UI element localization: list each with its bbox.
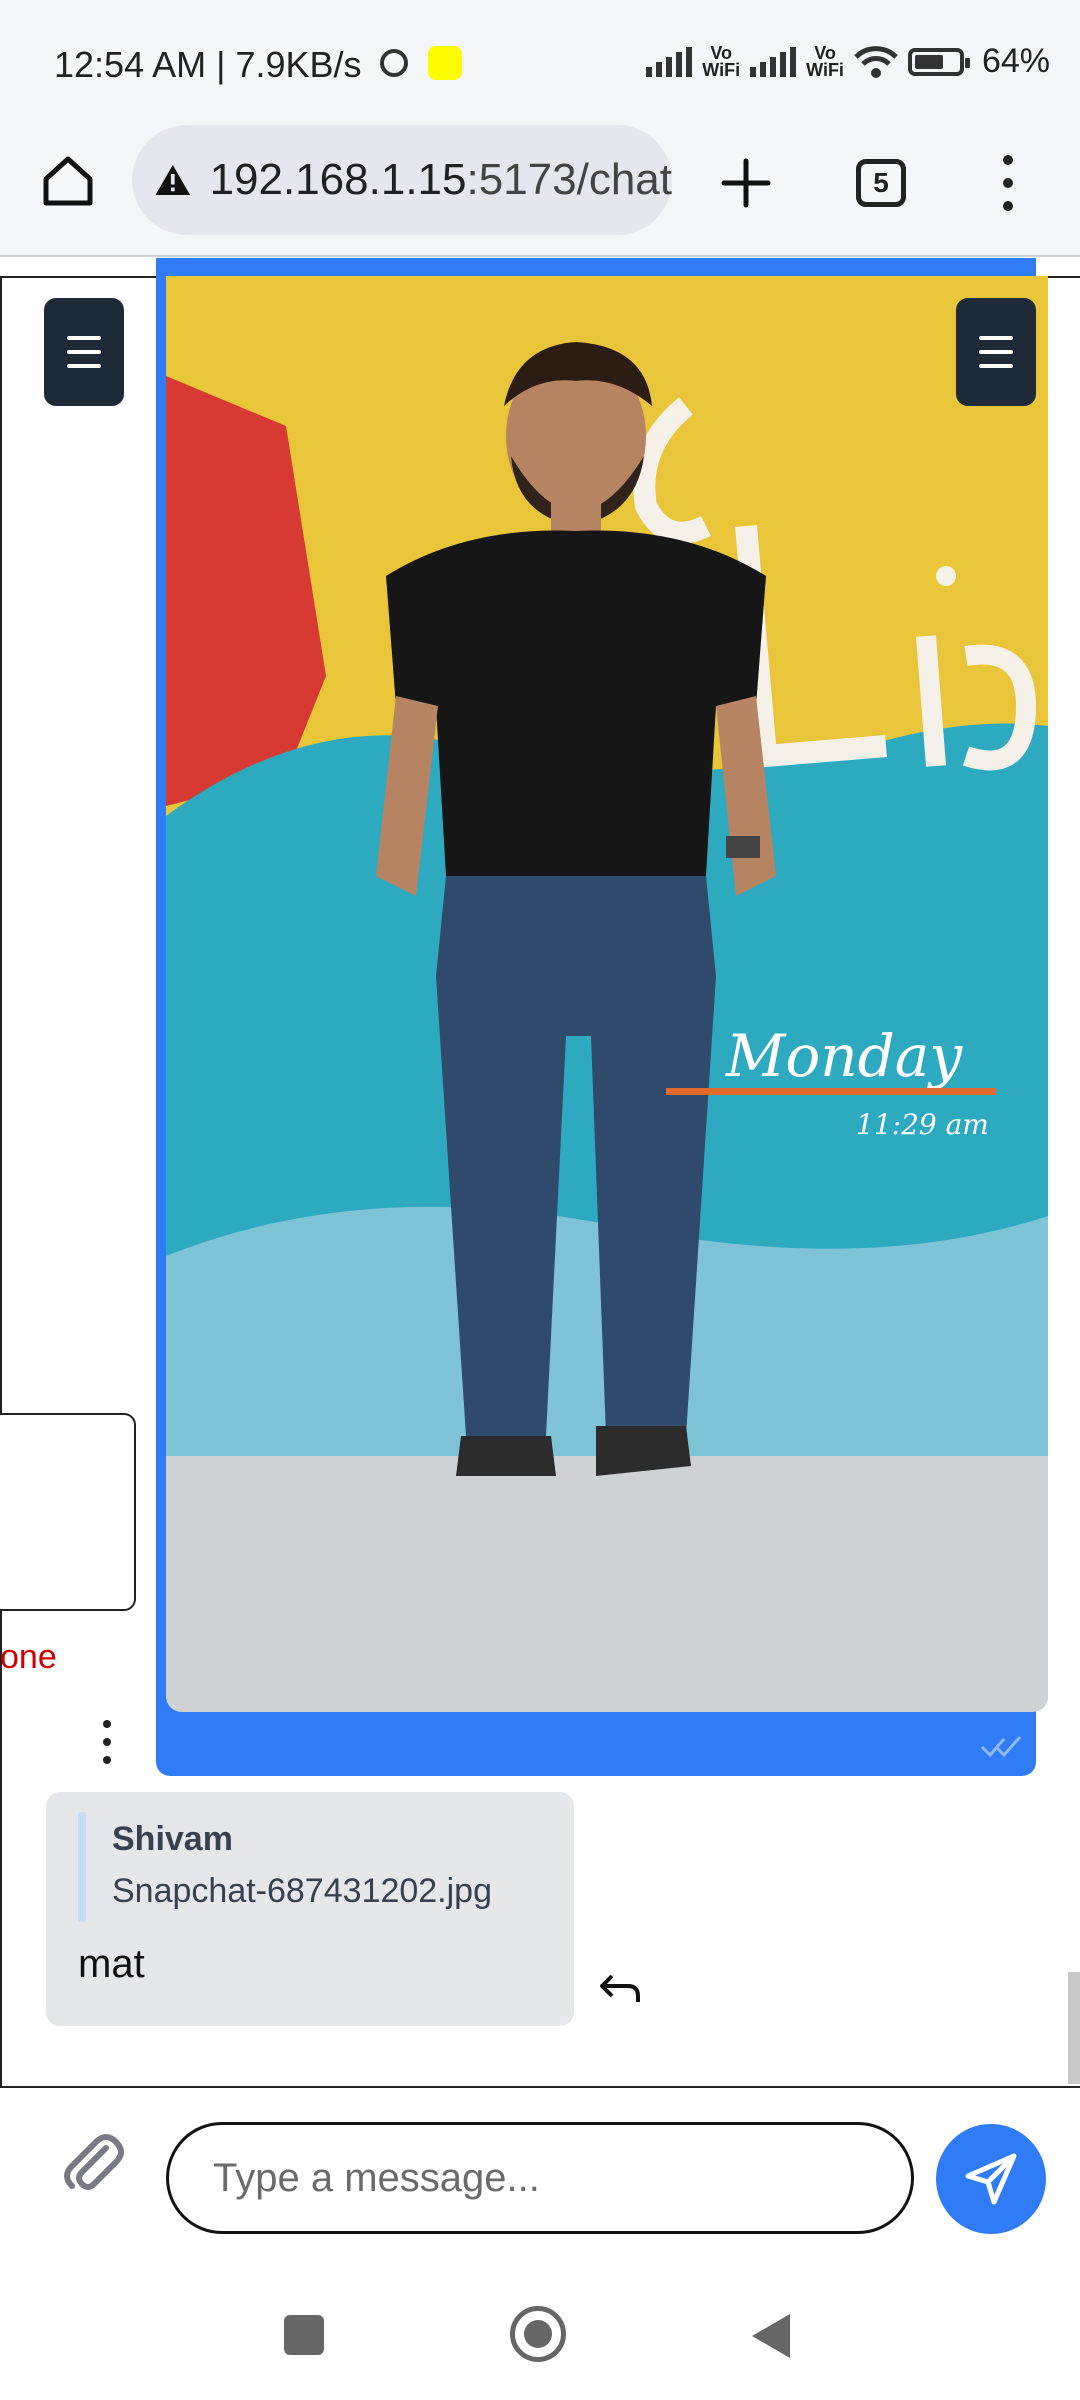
vowifi-label-2: Vo WiFi — [806, 42, 844, 80]
warning-icon[interactable] — [154, 158, 192, 202]
quote-bar — [78, 1812, 86, 1922]
status-left: 12:54 AM | 7.9KB/s — [54, 44, 462, 86]
signal-icon-2 — [750, 46, 797, 77]
photo-overlay-day: Monday — [725, 1022, 963, 1090]
home-nav-icon[interactable] — [510, 2306, 566, 2362]
new-tab-icon[interactable] — [718, 155, 774, 211]
sidebar-menu-button[interactable] — [44, 298, 124, 406]
sidebar-edge — [0, 276, 2, 2086]
message-composer — [0, 2090, 1080, 2234]
status-bar: 12:54 AM | 7.9KB/s Vo WiFi Vo WiFi 64% — [0, 0, 1080, 125]
wifi-icon — [854, 45, 898, 78]
snapchat-icon — [427, 46, 462, 81]
battery-icon — [907, 47, 970, 76]
tabs-button[interactable]: 5 — [856, 159, 906, 207]
alarm-icon — [379, 49, 408, 78]
message-input[interactable] — [166, 2122, 914, 2234]
reply-text: mat — [78, 1942, 145, 1986]
composer-divider — [0, 2086, 1080, 2088]
send-icon — [965, 2153, 1017, 2205]
photo-overlay-time: 11:29 am — [856, 1108, 989, 1141]
browser-toolbar: 192.168.1.15:5173/chat 5 — [0, 125, 1080, 257]
tab-count: 5 — [873, 167, 889, 198]
url-path: :5173/chat — [466, 155, 673, 204]
scrollbar-thumb[interactable] — [1068, 1972, 1080, 2084]
message-options-icon[interactable] — [102, 1720, 112, 1764]
quoted-filename: Snapchat-687431202.jpg — [112, 1872, 492, 1910]
url-host: 192.168.1.15 — [209, 155, 467, 204]
read-receipt-icon — [980, 1736, 1022, 1758]
chat-menu-button[interactable] — [956, 298, 1036, 406]
quoted-sender: Shivam — [112, 1820, 233, 1858]
shared-photo[interactable]: Monday 11:29 am — [166, 276, 1048, 1712]
battery-level: 64% — [981, 42, 1050, 80]
status-right: Vo WiFi Vo WiFi 64% — [646, 42, 1050, 81]
url-text[interactable]: 192.168.1.15:5173/chat — [210, 155, 672, 205]
vowifi-label: Vo WiFi — [702, 42, 741, 80]
more-menu-icon[interactable] — [1000, 155, 1016, 211]
status-time-speed: 12:54 AM | 7.9KB/s — [54, 44, 362, 85]
system-nav-bar — [0, 2270, 1080, 2400]
back-icon[interactable] — [752, 2314, 790, 2358]
message-options-popup[interactable] — [0, 1413, 136, 1611]
address-bar[interactable]: 192.168.1.15:5173/chat — [132, 125, 672, 235]
signal-icon — [646, 46, 693, 77]
send-button[interactable] — [936, 2124, 1046, 2234]
chat-area[interactable]: Monday 11:29 am one Shivam Snapchat-6874… — [0, 258, 1080, 2088]
home-icon[interactable] — [40, 153, 96, 209]
recents-icon[interactable] — [284, 2315, 324, 2355]
reply-icon[interactable] — [598, 1970, 644, 2006]
attach-icon[interactable] — [56, 2126, 126, 2196]
popup-option-label[interactable]: one — [0, 1638, 57, 1677]
